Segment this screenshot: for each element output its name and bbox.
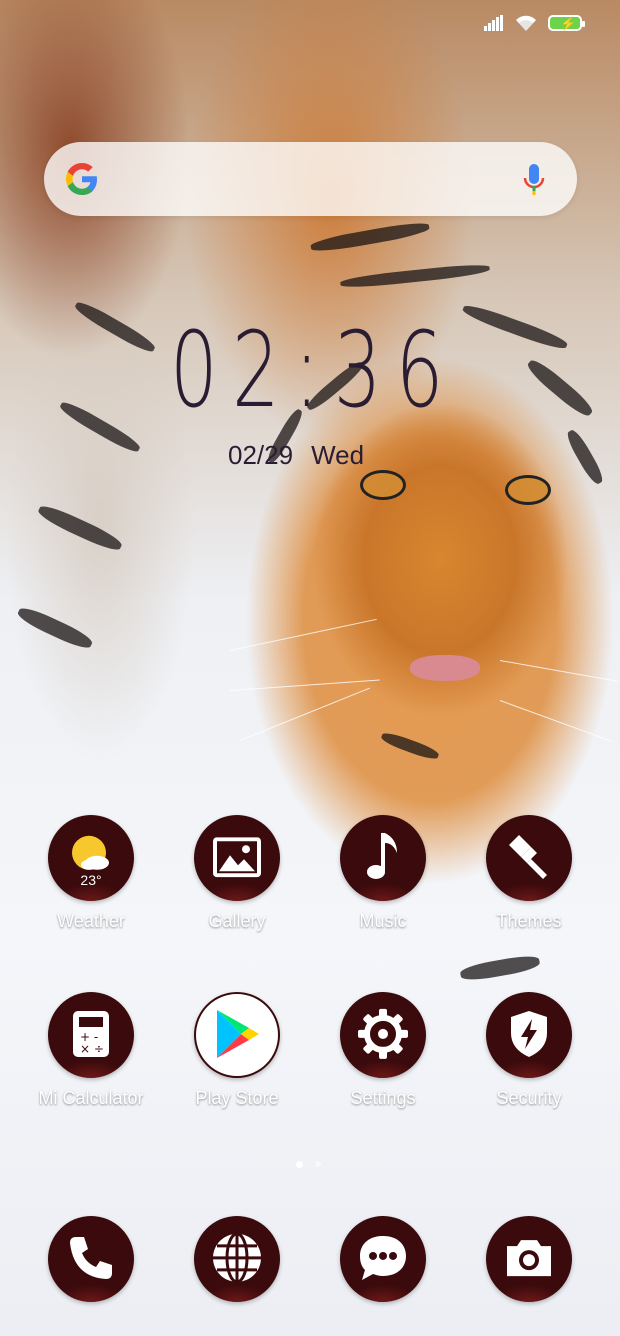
app-weather[interactable]: 23° Weather [26,815,156,932]
app-icon-bg [48,1216,134,1302]
gallery-icon [213,837,261,878]
clock-date-row: 02/29 Wed [228,440,364,471]
app-play-store[interactable]: Play Store [172,992,302,1109]
app-icon-bg [194,992,280,1078]
app-label: Music [359,911,407,931]
app-icon-bg [340,815,426,901]
app-label: Mi Calculator [38,1088,144,1108]
page-indicator[interactable] [296,1161,321,1168]
camera-icon [507,1240,551,1277]
app-icon-bg [340,992,426,1078]
app-label: Security [496,1088,562,1108]
browser-globe-icon [213,1232,261,1284]
page-dot [315,1161,321,1167]
dock-phone[interactable] [26,1216,156,1302]
app-gallery[interactable]: Gallery [172,815,302,932]
music-note-icon [367,832,397,879]
clock-time[interactable]: 02:36 [170,318,458,422]
paintbrush-icon [509,834,547,879]
dock-messages[interactable] [318,1216,448,1302]
phone-icon [70,1237,112,1279]
gear-icon [358,1008,408,1059]
dock-camera[interactable] [464,1216,594,1302]
app-icon-bg: 23° [48,815,134,901]
app-settings[interactable]: Settings [318,992,448,1109]
svg-text:× ÷: × ÷ [80,1042,104,1056]
app-label: Themes [496,911,562,931]
google-logo [66,163,97,195]
dock-browser[interactable] [172,1216,302,1302]
status-bar: ⚡ [484,14,585,32]
play-store-icon [217,1009,259,1058]
home-screen: ⚡ 02:36 02/29 Wed 23° Weather Gallery Mu… [0,0,620,1336]
app-icon-bg [486,1216,572,1302]
weather-temperature: 23° [80,872,102,888]
app-label: Weather [57,911,125,931]
app-icon-bg [486,992,572,1078]
google-search-bar[interactable] [44,142,577,216]
shield-bolt-icon [511,1011,547,1057]
calculator-icon: + - × ÷ [73,1011,109,1057]
app-mi-calculator[interactable]: + - × ÷ Mi Calculator [26,992,156,1109]
signal-icon [484,15,504,31]
app-themes[interactable]: Themes [464,815,594,932]
app-icon-bg: + - × ÷ [48,992,134,1078]
messages-icon [360,1235,406,1280]
app-label: Gallery [208,911,266,931]
page-dot-active [296,1161,303,1168]
app-icon-bg [194,1216,280,1302]
clock-date: 02/29 [228,440,294,470]
clock-weekday: Wed [311,440,365,470]
app-label: Settings [350,1088,416,1108]
battery-charging-icon: ⚡ [548,15,585,31]
app-music[interactable]: Music [318,815,448,932]
app-label: Play Store [195,1088,279,1108]
app-icon-bg [194,815,280,901]
app-icon-bg [486,815,572,901]
app-icon-bg [340,1216,426,1302]
wifi-icon [516,15,536,31]
app-security[interactable]: Security [464,992,594,1109]
mic-icon[interactable] [523,164,545,196]
